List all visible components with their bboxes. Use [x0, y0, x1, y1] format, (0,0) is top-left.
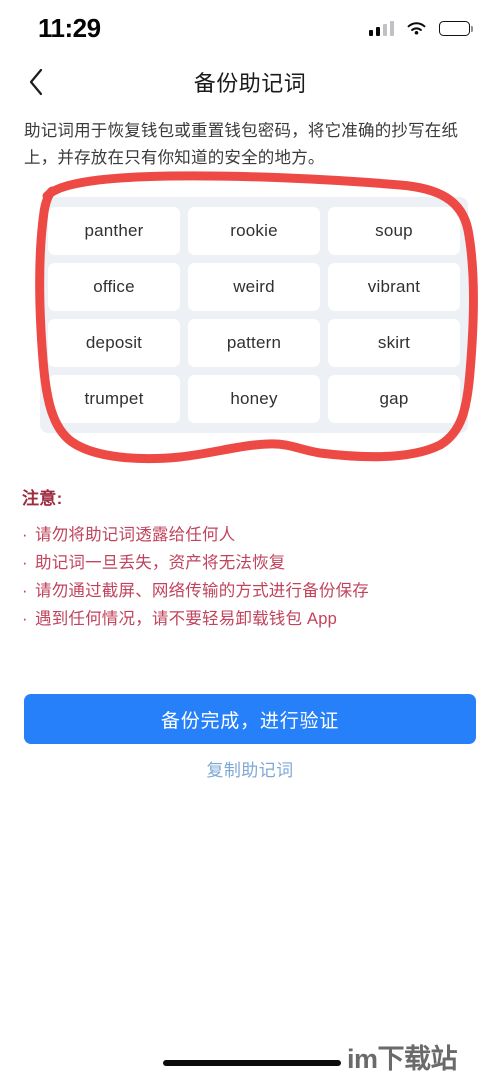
mnemonic-word: trumpet [48, 375, 180, 423]
status-bar: 11:29 [0, 0, 500, 56]
bullet-icon: · [22, 554, 28, 572]
copy-mnemonic-link[interactable]: 复制助记词 [0, 756, 500, 781]
home-indicator[interactable] [163, 1060, 341, 1066]
notice-heading: 注意: [22, 489, 63, 508]
navigation-bar: 备份助记词 [0, 56, 500, 108]
back-button[interactable] [14, 56, 58, 108]
mnemonic-word: deposit [48, 319, 180, 367]
mnemonic-word: panther [48, 207, 180, 255]
mnemonic-word: rookie [188, 207, 320, 255]
notice-item-text: 助记词一旦丢失，资产将无法恢复 [35, 554, 286, 572]
cellular-signal-icon [368, 20, 394, 36]
notice-section: 注意: · 请勿将助记词透露给任何人 · 助记词一旦丢失，资产将无法恢复 · 请… [22, 484, 478, 634]
status-bar-indicators [368, 20, 473, 37]
description-text: 助记词用于恢复钱包或重置钱包密码，将它准确的抄写在纸上，并存放在只有你知道的安全… [24, 122, 459, 167]
mnemonic-word: weird [188, 263, 320, 311]
bullet-icon: · [22, 526, 28, 544]
status-bar-clock: 11:29 [38, 12, 101, 43]
mnemonic-word-grid: panther rookie soup office weird vibrant… [40, 197, 468, 433]
chevron-left-icon [27, 67, 45, 97]
notice-item: · 遇到任何情况，请不要轻易卸载钱包 App [22, 606, 478, 632]
notice-item: · 请勿将助记词透露给任何人 [22, 522, 478, 548]
mnemonic-word: pattern [188, 319, 320, 367]
bullet-icon: · [22, 582, 28, 600]
bullet-icon: · [22, 610, 28, 628]
app-screen: 11:29 备份助记词 助记词用于恢复钱包或重置钱包密码，将它准确的抄写在纸上，… [0, 0, 500, 1082]
notice-item: · 助记词一旦丢失，资产将无法恢复 [22, 550, 478, 576]
notice-item-text: 请勿将助记词透露给任何人 [35, 526, 236, 544]
mnemonic-word: soup [328, 207, 460, 255]
verify-backup-button[interactable]: 备份完成，进行验证 [24, 694, 476, 744]
battery-full-icon [439, 20, 473, 36]
mnemonic-word: vibrant [328, 263, 460, 311]
mnemonic-word: office [48, 263, 180, 311]
notice-item-text: 请勿通过截屏、网络传输的方式进行备份保存 [35, 582, 369, 600]
page-title: 备份助记词 [193, 71, 307, 96]
notice-item: · 请勿通过截屏、网络传输的方式进行备份保存 [22, 578, 478, 604]
mnemonic-word: skirt [328, 319, 460, 367]
wifi-icon [405, 20, 428, 37]
mnemonic-word: honey [188, 375, 320, 423]
mnemonic-word: gap [328, 375, 460, 423]
watermark-label: im下载站 [347, 1044, 458, 1074]
notice-item-text: 遇到任何情况，请不要轻易卸载钱包 App [35, 610, 337, 628]
